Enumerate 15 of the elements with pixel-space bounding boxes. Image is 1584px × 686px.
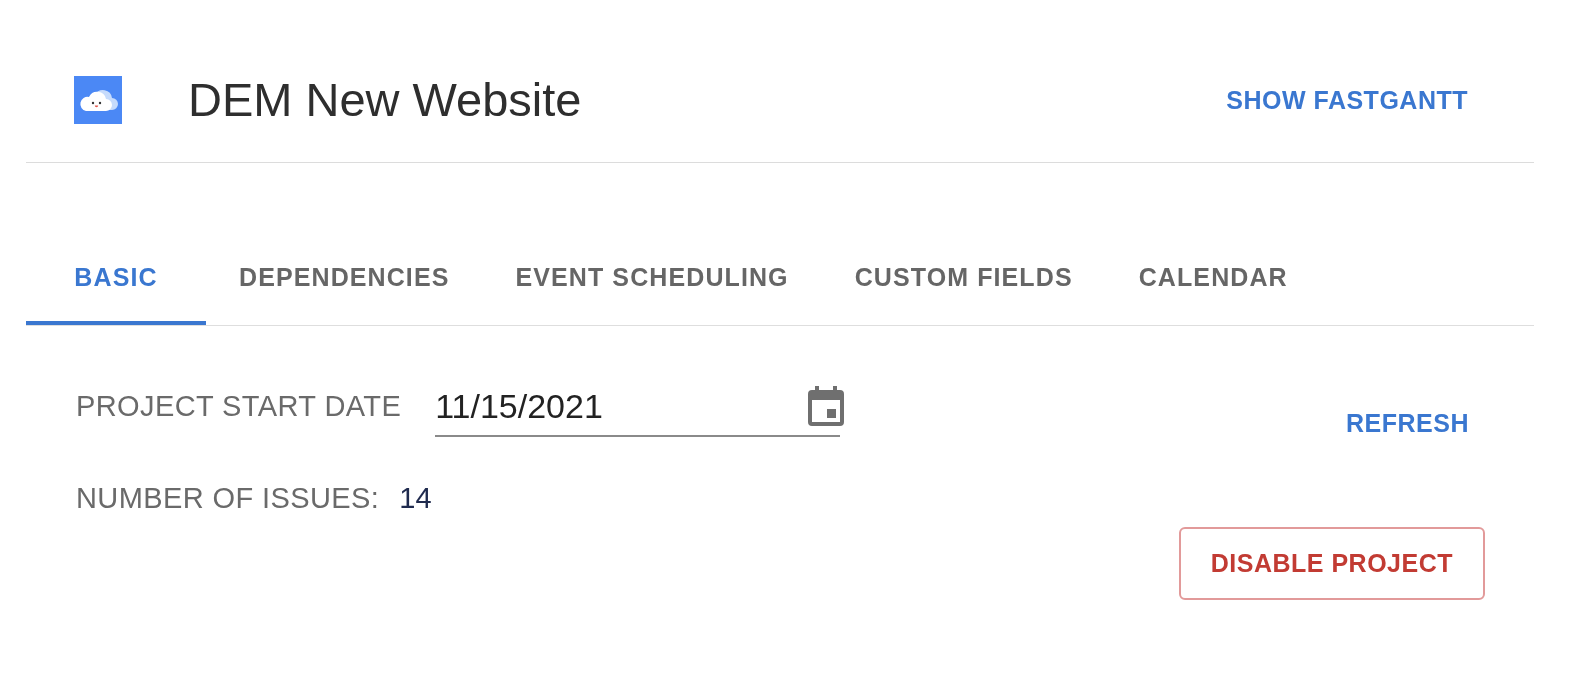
- tab[interactable]: CUSTOM FIELDS: [821, 229, 1106, 325]
- date-field[interactable]: 11/15/2021: [435, 385, 841, 437]
- tab[interactable]: BASIC: [26, 229, 206, 325]
- cloud-icon: [74, 76, 122, 124]
- tab[interactable]: CALENDAR: [1105, 229, 1321, 325]
- calendar-icon[interactable]: [808, 386, 845, 426]
- issues-count: 14: [399, 483, 432, 513]
- tab[interactable]: EVENT SCHEDULING: [482, 229, 822, 325]
- project-title: DEM New Website: [188, 72, 582, 128]
- start-date-label: PROJECT START DATE: [76, 389, 402, 424]
- refresh-button[interactable]: REFRESH: [1330, 401, 1485, 445]
- show-fastgantt-button[interactable]: SHOW FASTGANTT: [1210, 76, 1484, 124]
- disable-project-button[interactable]: DISABLE PROJECT: [1178, 527, 1485, 600]
- issues-label: NUMBER OF ISSUES:: [76, 483, 380, 513]
- tab[interactable]: DEPENDENCIES: [206, 229, 483, 325]
